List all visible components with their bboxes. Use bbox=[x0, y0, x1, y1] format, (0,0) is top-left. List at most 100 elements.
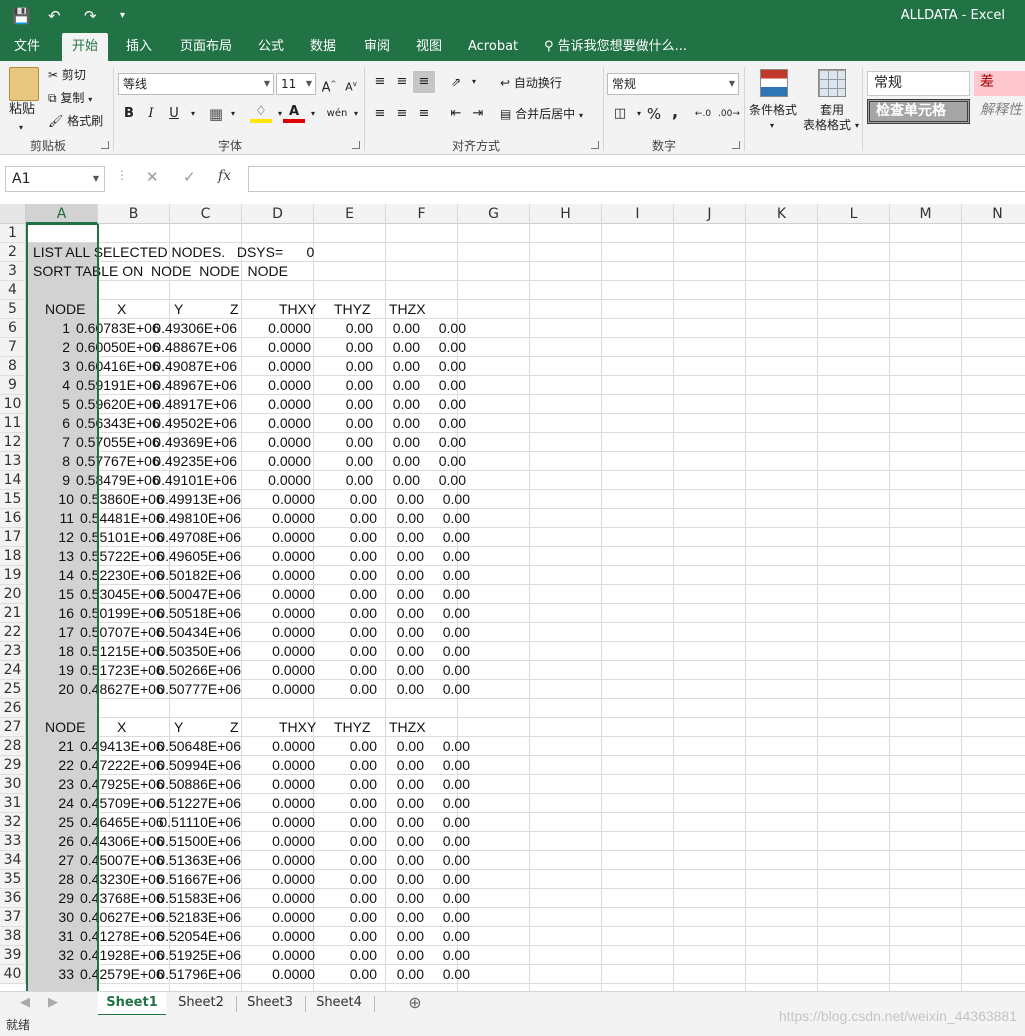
customize-qat-icon[interactable]: ▾ bbox=[120, 6, 125, 26]
row-header-20[interactable]: 20 bbox=[0, 585, 26, 604]
data-cell[interactable]: 0.0000 bbox=[272, 585, 315, 604]
row-header-26[interactable]: 26 bbox=[0, 699, 26, 718]
data-cell[interactable]: 0.00 bbox=[350, 927, 377, 946]
table-header-cell[interactable]: NODE bbox=[45, 718, 85, 737]
data-cell[interactable]: 0.0000 bbox=[272, 813, 315, 832]
sheet-tab-2[interactable]: Sheet2 bbox=[168, 992, 234, 1016]
data-cell[interactable]: 0.0000 bbox=[272, 965, 315, 984]
row-header-30[interactable]: 30 bbox=[0, 775, 26, 794]
data-cell[interactable]: 0.49913E+06 bbox=[157, 490, 241, 509]
data-cell[interactable]: 0.59191E+06 bbox=[76, 376, 160, 395]
data-cell[interactable]: 0.51796E+06 bbox=[157, 965, 241, 984]
data-cell[interactable]: 0.58479E+06 bbox=[76, 471, 160, 490]
data-cell[interactable]: 0.0000 bbox=[272, 737, 315, 756]
row-header-4[interactable]: 4 bbox=[0, 281, 26, 300]
align-top-icon[interactable]: ≡ bbox=[369, 71, 391, 93]
node-id-cell[interactable]: 17 bbox=[58, 623, 74, 642]
data-cell[interactable]: 0.48917E+06 bbox=[153, 395, 237, 414]
column-header-j[interactable]: J bbox=[674, 204, 746, 224]
row-header-24[interactable]: 24 bbox=[0, 661, 26, 680]
data-cell[interactable]: 0.50199E+06 bbox=[80, 604, 164, 623]
data-cell[interactable]: 0.00 bbox=[443, 870, 470, 889]
node-id-cell[interactable]: 10 bbox=[58, 490, 74, 509]
data-cell[interactable]: 0.00 bbox=[350, 794, 377, 813]
data-cell[interactable]: 0.00 bbox=[443, 642, 470, 661]
data-cell[interactable]: 0.00 bbox=[393, 395, 420, 414]
table-header-cell[interactable]: NODE bbox=[45, 300, 85, 319]
row-header-21[interactable]: 21 bbox=[0, 604, 26, 623]
data-cell[interactable]: 0.00 bbox=[346, 414, 373, 433]
row-header-14[interactable]: 14 bbox=[0, 471, 26, 490]
align-bottom-icon[interactable]: ≡ bbox=[413, 71, 435, 93]
column-header-c[interactable]: C bbox=[170, 204, 242, 224]
data-cell[interactable]: 0.00 bbox=[439, 376, 466, 395]
data-cell[interactable]: 0.0000 bbox=[268, 471, 311, 490]
row-header-10[interactable]: 10 bbox=[0, 395, 26, 414]
row-header-15[interactable]: 15 bbox=[0, 490, 26, 509]
formula-input[interactable] bbox=[248, 166, 1025, 192]
column-header-g[interactable]: G bbox=[458, 204, 530, 224]
node-id-cell[interactable]: 12 bbox=[58, 528, 74, 547]
bold-icon[interactable]: B bbox=[118, 103, 140, 125]
data-cell[interactable]: 0.00 bbox=[350, 813, 377, 832]
data-cell[interactable]: 0.48967E+06 bbox=[153, 376, 237, 395]
select-all-corner[interactable] bbox=[0, 204, 26, 224]
row-header-22[interactable]: 22 bbox=[0, 623, 26, 642]
cell-text[interactable]: SORT TABLE ON NODE NODE NODE bbox=[33, 262, 288, 281]
data-cell[interactable]: 0.52054E+06 bbox=[157, 927, 241, 946]
data-cell[interactable]: 0.00 bbox=[443, 680, 470, 699]
row-header-13[interactable]: 13 bbox=[0, 452, 26, 471]
data-cell[interactable]: 0.00 bbox=[350, 832, 377, 851]
node-id-cell[interactable]: 21 bbox=[58, 737, 74, 756]
data-cell[interactable]: 0.0000 bbox=[268, 395, 311, 414]
node-id-cell[interactable]: 18 bbox=[58, 642, 74, 661]
chevron-down-icon[interactable]: ▾ bbox=[222, 103, 244, 125]
data-cell[interactable]: 0.44306E+06 bbox=[80, 832, 164, 851]
font-launcher-icon[interactable] bbox=[352, 141, 360, 149]
data-cell[interactable]: 0.51363E+06 bbox=[157, 851, 241, 870]
data-cell[interactable]: 0.50434E+06 bbox=[157, 623, 241, 642]
data-cell[interactable]: 0.51110E+06 bbox=[159, 813, 241, 832]
data-cell[interactable]: 0.0000 bbox=[272, 661, 315, 680]
node-id-cell[interactable]: 9 bbox=[62, 471, 70, 490]
data-cell[interactable]: 0.46465E+06 bbox=[80, 813, 164, 832]
cut-button[interactable]: ✂ 剪切 bbox=[48, 66, 86, 84]
data-cell[interactable]: 0.50648E+06 bbox=[157, 737, 241, 756]
data-cell[interactable]: 0.50350E+06 bbox=[157, 642, 241, 661]
data-cell[interactable]: 0.0000 bbox=[268, 376, 311, 395]
data-cell[interactable]: 0.00 bbox=[443, 965, 470, 984]
data-cell[interactable]: 0.00 bbox=[350, 908, 377, 927]
insert-function-icon[interactable]: fx bbox=[218, 168, 231, 184]
conditional-formatting-icon[interactable] bbox=[760, 69, 788, 97]
row-header-17[interactable]: 17 bbox=[0, 528, 26, 547]
node-id-cell[interactable]: 1 bbox=[62, 319, 70, 338]
number-launcher-icon[interactable] bbox=[732, 141, 740, 149]
data-cell[interactable]: 0.54481E+06 bbox=[80, 509, 164, 528]
data-cell[interactable]: 0.00 bbox=[439, 433, 466, 452]
data-cell[interactable]: 0.00 bbox=[346, 433, 373, 452]
enter-icon[interactable]: ✓ bbox=[183, 168, 196, 186]
tab-formulas[interactable]: 公式 bbox=[248, 33, 294, 61]
style-check-cell[interactable]: 检查单元格 bbox=[867, 99, 970, 124]
data-cell[interactable]: 0.51667E+06 bbox=[157, 870, 241, 889]
data-cell[interactable]: 0.0000 bbox=[272, 794, 315, 813]
data-cell[interactable]: 0.0000 bbox=[272, 528, 315, 547]
data-cell[interactable]: 0.00 bbox=[346, 395, 373, 414]
row-header-5[interactable]: 5 bbox=[0, 300, 26, 319]
data-cell[interactable]: 0.51925E+06 bbox=[157, 946, 241, 965]
data-cell[interactable]: 0.0000 bbox=[272, 908, 315, 927]
align-center-icon[interactable]: ≡ bbox=[391, 103, 413, 125]
data-cell[interactable]: 0.00 bbox=[350, 756, 377, 775]
column-header-f[interactable]: F bbox=[386, 204, 458, 224]
node-id-cell[interactable]: 6 bbox=[62, 414, 70, 433]
data-cell[interactable]: 0.55722E+06 bbox=[80, 547, 164, 566]
data-cell[interactable]: 0.51215E+06 bbox=[80, 642, 164, 661]
data-cell[interactable]: 0.0000 bbox=[272, 623, 315, 642]
increase-indent-icon[interactable]: ⇥ bbox=[467, 103, 489, 125]
data-cell[interactable]: 0.0000 bbox=[272, 851, 315, 870]
data-cell[interactable]: 0.0000 bbox=[272, 642, 315, 661]
row-header-3[interactable]: 3 bbox=[0, 262, 26, 281]
data-cell[interactable]: 0.00 bbox=[393, 357, 420, 376]
merge-center-button[interactable]: ▤ 合并后居中 ▾ bbox=[500, 105, 583, 125]
data-cell[interactable]: 0.51227E+06 bbox=[157, 794, 241, 813]
